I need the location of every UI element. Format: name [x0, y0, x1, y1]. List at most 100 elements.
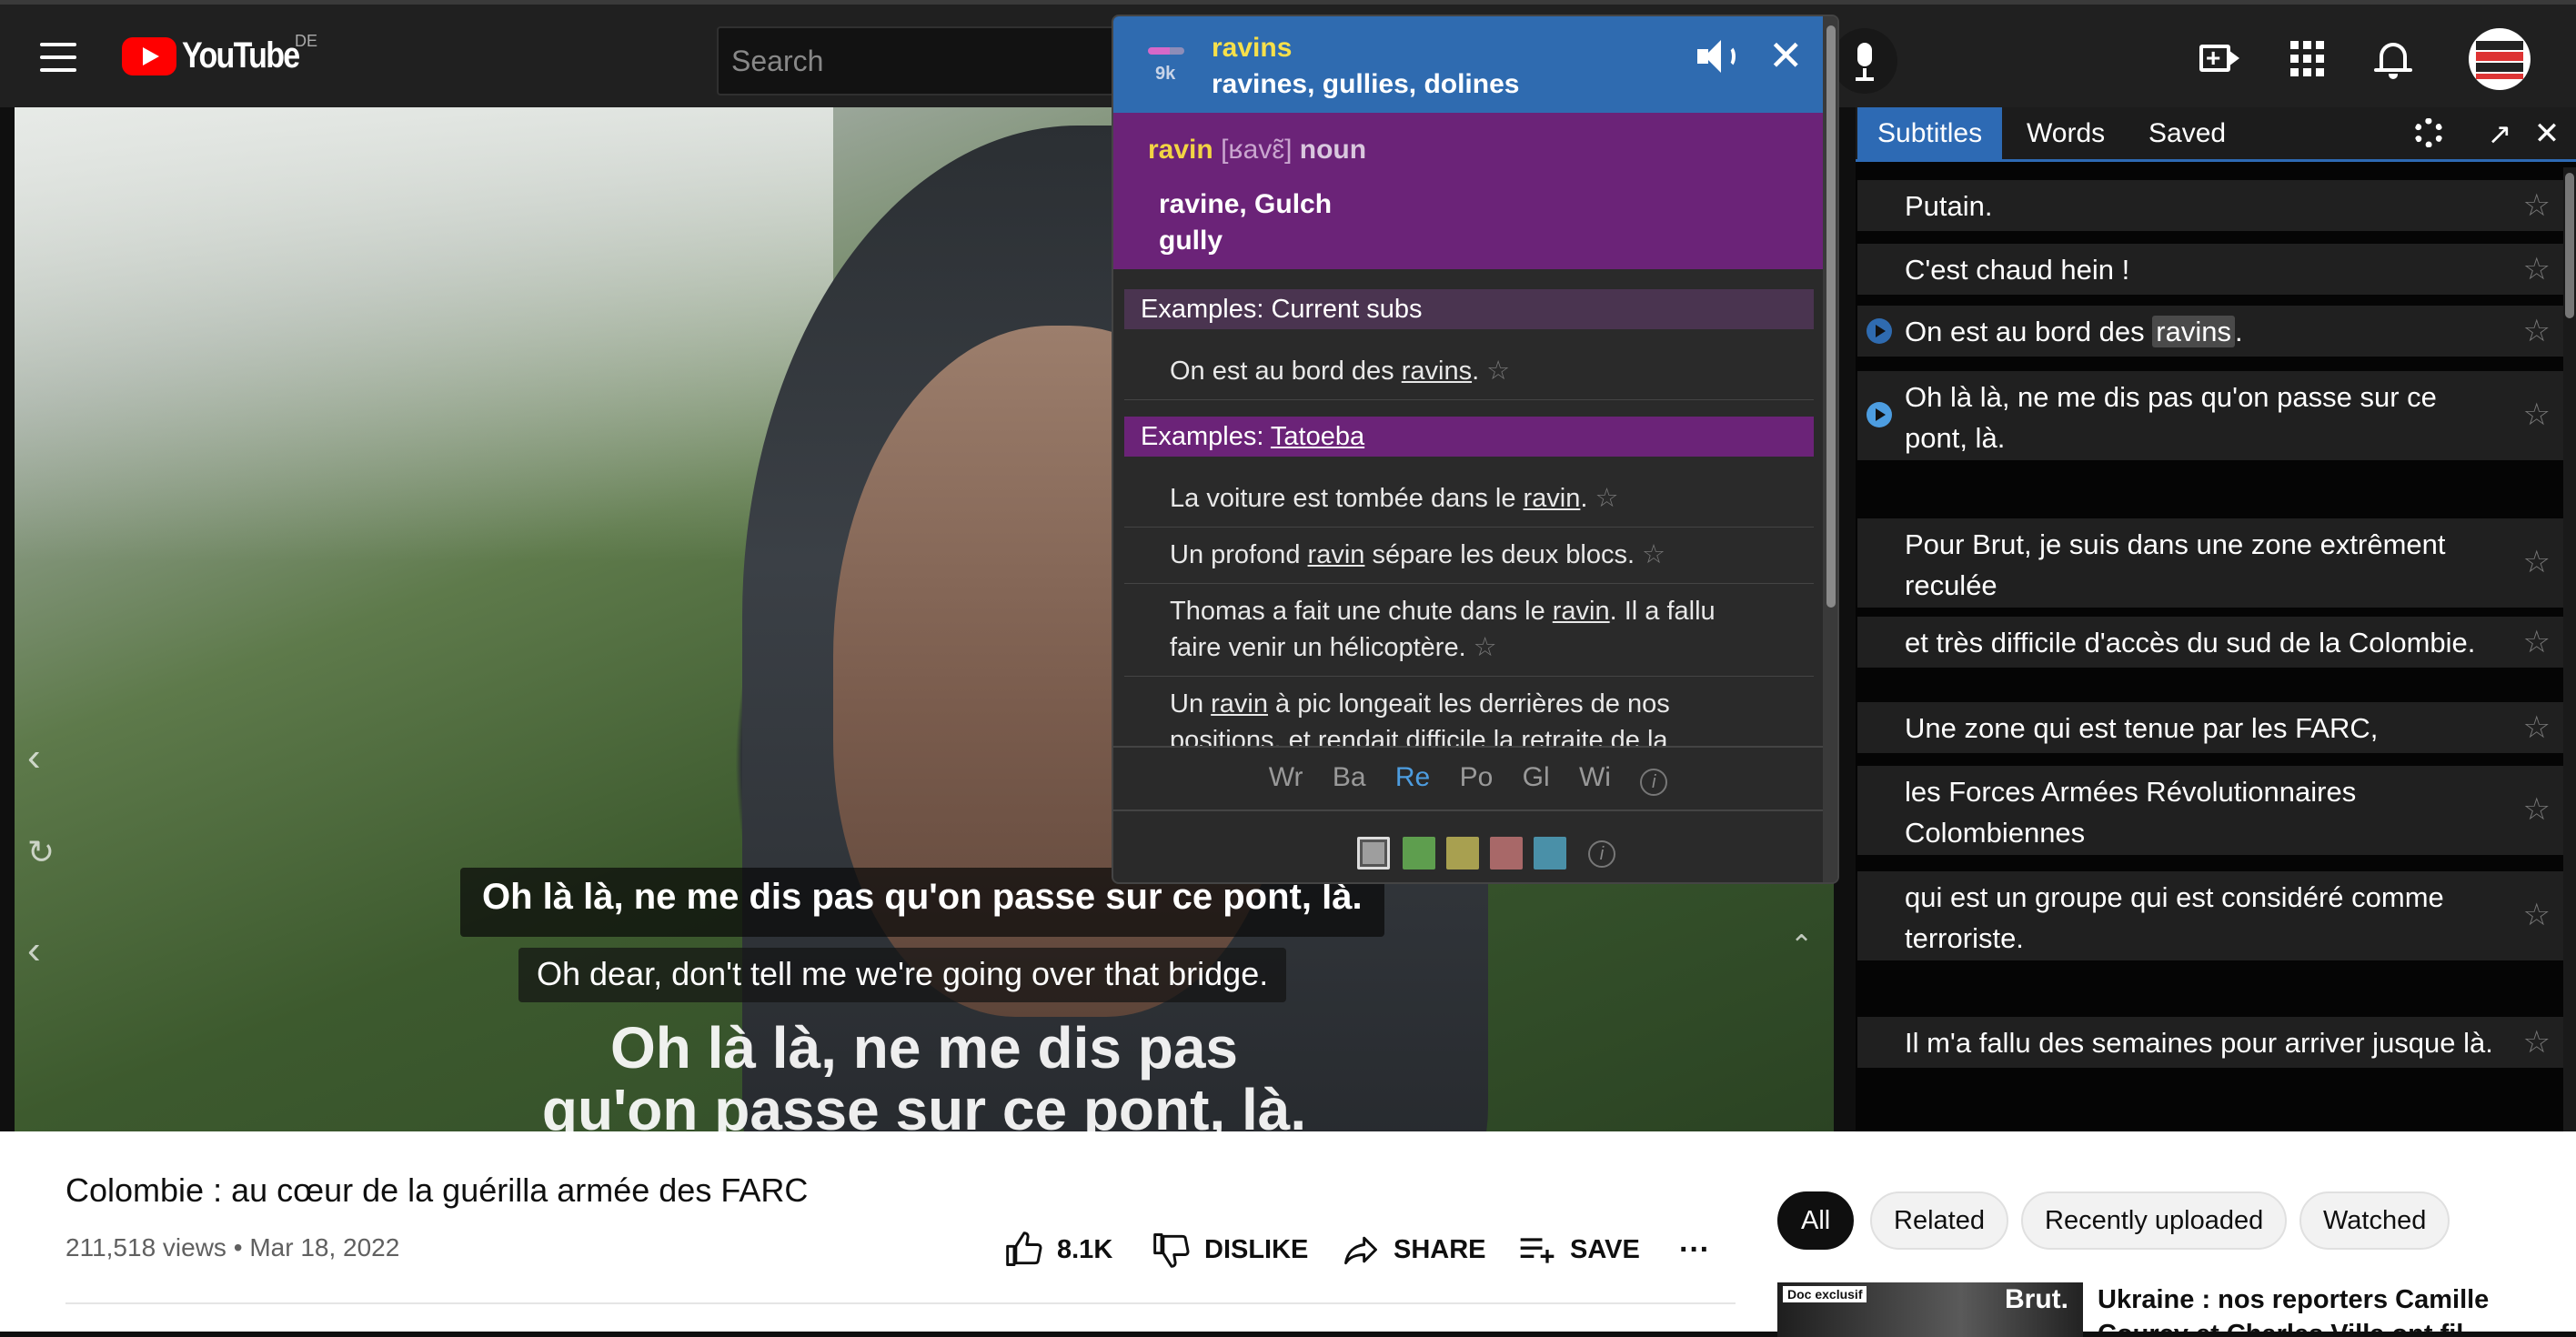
like-count: 8.1K [1057, 1234, 1113, 1264]
back-chevron-icon[interactable]: ‹ [27, 928, 41, 973]
star-icon[interactable]: ☆ [2523, 708, 2551, 749]
info-icon[interactable]: i [1640, 769, 1668, 796]
subtitle-row[interactable]: Pour Brut, je suis dans une zone extrême… [1857, 518, 2571, 608]
star-icon[interactable]: ☆ [1474, 633, 1497, 662]
tab-saved[interactable]: Saved [2128, 107, 2246, 160]
notifications-bell-icon[interactable] [2374, 41, 2414, 79]
subtitle-panel: Subtitles Words Saved ↗ ✕ Putain. ☆ C'est… [1856, 107, 2576, 1131]
share-arrow-icon [1344, 1236, 1377, 1265]
definition-lemma: ravin [1148, 135, 1213, 165]
dislike-button[interactable]: DISLIKE [1152, 1222, 1308, 1277]
tool-gl[interactable]: Gl [1523, 762, 1550, 792]
expand-icon[interactable]: ⌃ [1790, 930, 1813, 961]
definition-meaning: gully [1159, 226, 1223, 256]
subtitle-row[interactable]: et très difficile d'accès du sud de la C… [1857, 617, 2571, 668]
save-button[interactable]: SAVE [1517, 1222, 1640, 1277]
star-icon[interactable]: ☆ [1595, 484, 1618, 513]
replay-icon[interactable]: ↻ [27, 833, 55, 871]
color-swatch-olive[interactable] [1446, 837, 1479, 870]
tab-subtitles[interactable]: Subtitles [1857, 107, 2003, 160]
chip-recently-uploaded[interactable]: Recently uploaded [2021, 1191, 2288, 1250]
tatoeba-link[interactable]: Tatoeba [1271, 422, 1364, 451]
close-icon[interactable]: ✕ [1768, 31, 1804, 80]
subtitle-row[interactable]: On est au bord des ravins. ☆ [1857, 306, 2571, 357]
example-sentence[interactable]: Un ravin à pic longeait les derrières de… [1124, 677, 1814, 746]
star-icon[interactable]: ☆ [2523, 789, 2551, 830]
definition-pos: noun [1299, 135, 1367, 165]
video-info-area: Colombie : au cœur de la guérilla armée … [0, 1131, 2576, 1337]
star-icon[interactable]: ☆ [2523, 311, 2551, 352]
thumbs-down-icon [1153, 1233, 1190, 1268]
example-sentence[interactable]: On est au bord des ravins. ☆ [1124, 344, 1814, 400]
popup-word: ravins [1212, 33, 1293, 63]
subtitle-translation[interactable]: Oh dear, don't tell me we're going over … [518, 948, 1287, 1002]
example-sentence[interactable]: Un profond ravin sépare les deux blocs. ☆ [1124, 528, 1814, 584]
tool-wr[interactable]: Wr [1269, 762, 1303, 792]
star-icon[interactable]: ☆ [1486, 357, 1510, 386]
popup-scrollbar[interactable] [1823, 16, 1837, 882]
video-title: Colombie : au cœur de la guérilla armée … [65, 1171, 809, 1209]
star-icon[interactable]: ☆ [2523, 1022, 2551, 1063]
like-button[interactable]: 8.1K [1004, 1222, 1112, 1277]
close-icon[interactable]: ✕ [2531, 118, 2563, 151]
export-icon[interactable]: ↗ [2483, 118, 2516, 151]
more-actions-icon[interactable]: ··· [1679, 1222, 1710, 1277]
chip-watched[interactable]: Watched [2299, 1191, 2450, 1250]
star-icon[interactable]: ☆ [1642, 540, 1665, 569]
youtube-logo[interactable]: YouTube [122, 35, 319, 76]
recommended-thumbnail[interactable]: Doc exclusif Brut. [1777, 1282, 2083, 1337]
chip-related[interactable]: Related [1870, 1191, 2008, 1250]
color-swatch-grey[interactable] [1357, 837, 1390, 870]
example-sentence[interactable]: La voiture est tombée dans le ravin. ☆ [1124, 471, 1814, 528]
panel-scrollbar[interactable] [2563, 167, 2576, 1131]
upload-date: Mar 18, 2022 [249, 1233, 400, 1262]
thumbs-up-icon [1006, 1231, 1042, 1266]
search-input[interactable]: Search [717, 26, 1153, 96]
popup-header: 9k ravins ravines, gullies, dolines ✕ [1113, 16, 1823, 113]
tool-wi[interactable]: Wi [1579, 762, 1611, 792]
star-icon[interactable]: ☆ [2523, 542, 2551, 583]
info-icon[interactable]: i [1588, 840, 1615, 868]
tool-re[interactable]: Re [1395, 762, 1430, 792]
subtitle-row[interactable]: Il m'a fallu des semaines pour arriver j… [1857, 1017, 2571, 1068]
tool-ba[interactable]: Ba [1333, 762, 1366, 792]
previous-chevron-icon[interactable]: ‹ [27, 735, 41, 780]
star-icon[interactable]: ☆ [2523, 186, 2551, 226]
recommended-title[interactable]: Ukraine : nos reporters Camille Courcy e… [2098, 1282, 2552, 1332]
mic-icon[interactable] [1832, 28, 1897, 94]
gear-icon[interactable] [2414, 118, 2447, 151]
color-swatch-teal[interactable] [1534, 837, 1566, 870]
subtitle-row[interactable]: Une zone qui est tenue par les FARC, ☆ [1857, 702, 2571, 753]
star-icon[interactable]: ☆ [2523, 249, 2551, 290]
play-line-icon[interactable] [1867, 318, 1892, 344]
video-meta: 211,518 views • Mar 18, 2022 [65, 1233, 400, 1262]
color-swatch-green[interactable] [1403, 837, 1435, 870]
section-current-subs: Examples: Current subs [1124, 289, 1814, 329]
share-button[interactable]: SHARE [1341, 1222, 1486, 1277]
example-sentence[interactable]: Thomas a fait une chute dans le ravin. I… [1124, 584, 1814, 677]
subtitle-row-current[interactable]: Oh là là, ne me dis pas qu'on passe sur … [1857, 371, 2571, 460]
dictionary-source-tabs: Wr Ba Re Po Gl Wi i [1113, 746, 1823, 809]
tool-po[interactable]: Po [1460, 762, 1494, 792]
apps-grid-icon[interactable] [2290, 41, 2327, 77]
save-label: SAVE [1570, 1234, 1640, 1264]
chip-all[interactable]: All [1777, 1191, 1855, 1250]
popup-translations: ravines, gullies, dolines [1212, 69, 1520, 99]
subtitle-row[interactable]: les Forces Armées Révolutionnaires Colom… [1857, 766, 2571, 855]
subtitle-row[interactable]: C'est chaud hein ! ☆ [1857, 244, 2571, 295]
subtitle-row[interactable]: Putain. ☆ [1857, 180, 2571, 231]
highlighted-word[interactable]: ravins [2152, 316, 2235, 347]
avatar[interactable] [2469, 28, 2531, 90]
menu-icon[interactable] [40, 43, 76, 74]
subtitle-row[interactable]: qui est un groupe qui est considéré comm… [1857, 871, 2571, 960]
section-tatoeba: Examples: Tatoeba [1124, 417, 1814, 457]
play-line-icon[interactable] [1867, 402, 1892, 427]
tab-words[interactable]: Words [2007, 107, 2125, 160]
color-swatch-rose[interactable] [1490, 837, 1523, 870]
thumbnail-brand: Brut. [2005, 1284, 2068, 1314]
create-video-icon[interactable]: + [2199, 41, 2239, 77]
star-icon[interactable]: ☆ [2523, 395, 2551, 436]
star-icon[interactable]: ☆ [2523, 622, 2551, 663]
speaker-icon[interactable] [1697, 38, 1741, 75]
star-icon[interactable]: ☆ [2523, 895, 2551, 936]
